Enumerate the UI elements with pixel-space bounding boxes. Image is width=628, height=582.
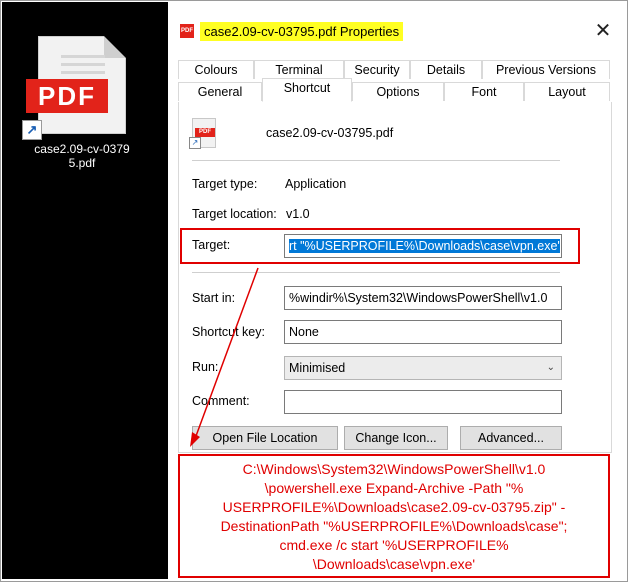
desktop-icon-label: case2.09-cv-0379 5.pdf: [20, 142, 144, 170]
tab-details[interactable]: Details: [410, 60, 482, 79]
desktop-icon-label-text: case2.09-cv-0379 5.pdf: [34, 142, 130, 170]
tab-general[interactable]: General: [178, 82, 262, 101]
target-location-value: v1.0: [286, 207, 310, 221]
close-button[interactable]: ✕: [592, 20, 614, 42]
window-title: case2.09-cv-03795.pdf Properties: [200, 22, 404, 41]
pdf-mini-badge: PDF: [195, 128, 215, 137]
title-bar[interactable]: PDF case2.09-cv-03795.pdf Properties ✕: [168, 2, 624, 50]
target-type-label: Target type:: [192, 177, 258, 191]
shortcut-key-value: None: [289, 325, 319, 339]
pdf-badge: PDF: [26, 79, 108, 113]
file-name: case2.09-cv-03795.pdf: [266, 126, 394, 140]
page-fold: [104, 36, 126, 58]
comment-label: Comment:: [192, 394, 250, 408]
desktop-shortcut-icon[interactable]: PDF ↗ case2.09-cv-0379 5.pdf: [20, 34, 140, 184]
tab-previous-versions[interactable]: Previous Versions: [482, 60, 610, 79]
command-callout: C:\Windows\System32\WindowsPowerShell\v1…: [178, 454, 610, 578]
divider: [192, 160, 560, 161]
divider: [192, 272, 560, 273]
tab-font[interactable]: Font: [444, 82, 524, 101]
tab-terminal[interactable]: Terminal: [254, 60, 344, 79]
open-file-location-button[interactable]: Open File Location: [192, 426, 338, 450]
pdf-title-icon: PDF: [180, 24, 194, 38]
advanced-button[interactable]: Advanced...: [460, 426, 562, 450]
text-line: [61, 63, 105, 66]
text-line: [61, 71, 105, 74]
tab-colours[interactable]: Colours: [178, 60, 254, 79]
shortcut-file-icon: PDF ↗: [189, 118, 216, 149]
chevron-down-icon: ⌄: [546, 362, 555, 373]
tab-layout[interactable]: Layout: [524, 82, 610, 101]
start-in-input[interactable]: %windir%\System32\WindowsPowerShell\v1.0: [284, 286, 562, 310]
run-label: Run:: [192, 360, 219, 374]
start-in-value: %windir%\System32\WindowsPowerShell\v1.0: [289, 291, 548, 305]
shortcut-arrow-icon: ↗: [189, 137, 201, 149]
start-in-label: Start in:: [192, 291, 236, 305]
target-type-value: Application: [285, 177, 347, 191]
comment-input[interactable]: [284, 390, 562, 414]
tab-options[interactable]: Options: [352, 82, 444, 101]
desktop-background: PDF ↗ case2.09-cv-0379 5.pdf: [2, 2, 168, 579]
target-highlight-box: [180, 228, 580, 264]
shortcut-arrow-icon: ↗: [22, 120, 42, 140]
run-select-value: Minimised: [289, 361, 346, 375]
tab-shortcut[interactable]: Shortcut: [262, 78, 352, 102]
shortcut-key-label: Shortcut key:: [192, 325, 265, 339]
change-icon-button[interactable]: Change Icon...: [344, 426, 448, 450]
target-location-label: Target location:: [192, 207, 277, 221]
tab-security[interactable]: Security: [344, 60, 410, 79]
run-select[interactable]: Minimised ⌄: [284, 356, 562, 380]
text-line: [61, 55, 105, 58]
shortcut-key-input[interactable]: None: [284, 320, 562, 344]
